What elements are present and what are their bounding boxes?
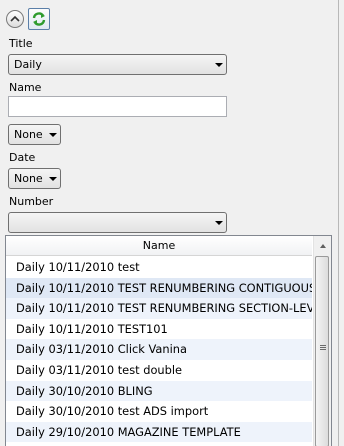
column-header-name[interactable]: Name [6,236,312,256]
scroll-up-button[interactable] [314,236,331,255]
table-row[interactable]: Daily 10/11/2010 TEST RENUMBERING SECTIO… [6,298,312,319]
title-dropdown[interactable]: Daily [8,54,227,75]
chevron-down-icon [46,176,60,181]
table-row[interactable]: Daily 30/10/2010 test ADS import [6,401,312,422]
date-dropdown[interactable]: None [8,168,61,189]
collapse-button[interactable] [6,10,24,28]
table-row[interactable]: Daily 10/11/2010 TEST RENUMBERING CONTIG… [6,277,312,299]
title-dropdown-value: Daily [14,58,42,71]
title-label: Title [9,37,33,50]
grip-line [320,345,326,346]
name-filter-dropdown[interactable]: None [8,124,61,145]
date-dropdown-value: None [14,172,43,185]
toolbar [6,6,50,32]
scroll-up-icon [319,243,326,248]
chevron-down-icon [46,132,60,137]
table-row[interactable]: Daily 29/10/2010 MAGAZINE TEMPLATE [6,421,312,443]
name-filter-value: None [14,128,43,141]
date-label: Date [9,151,36,164]
table-row[interactable]: Daily 10/11/2010 test [6,257,312,278]
panel-right-border [338,0,344,446]
grid-rows: Daily 10/11/2010 test Daily 10/11/2010 T… [6,257,312,443]
chevron-up-icon [10,15,20,22]
grip-line [320,347,326,348]
name-input[interactable] [9,97,226,116]
number-label: Number [9,195,54,208]
refresh-icon [32,12,46,26]
refresh-button[interactable] [28,8,50,30]
number-dropdown[interactable] [8,212,227,233]
chevron-down-icon [212,62,226,67]
name-label: Name [9,81,42,94]
table-row[interactable]: Daily 30/10/2010 BLING [6,380,312,402]
grip-line [320,349,326,350]
results-grid: Name Daily 10/11/2010 test Daily 10/11/2… [5,235,332,446]
name-field[interactable] [8,96,227,117]
table-row[interactable]: Daily 03/11/2010 Click Vanina [6,339,312,360]
table-row[interactable]: Daily 03/11/2010 test double [6,360,312,381]
chevron-down-icon [212,220,226,225]
table-row[interactable]: Daily 10/11/2010 TEST101 [6,319,312,340]
scrollbar-thumb[interactable] [315,256,329,446]
vertical-scrollbar[interactable] [313,236,331,446]
